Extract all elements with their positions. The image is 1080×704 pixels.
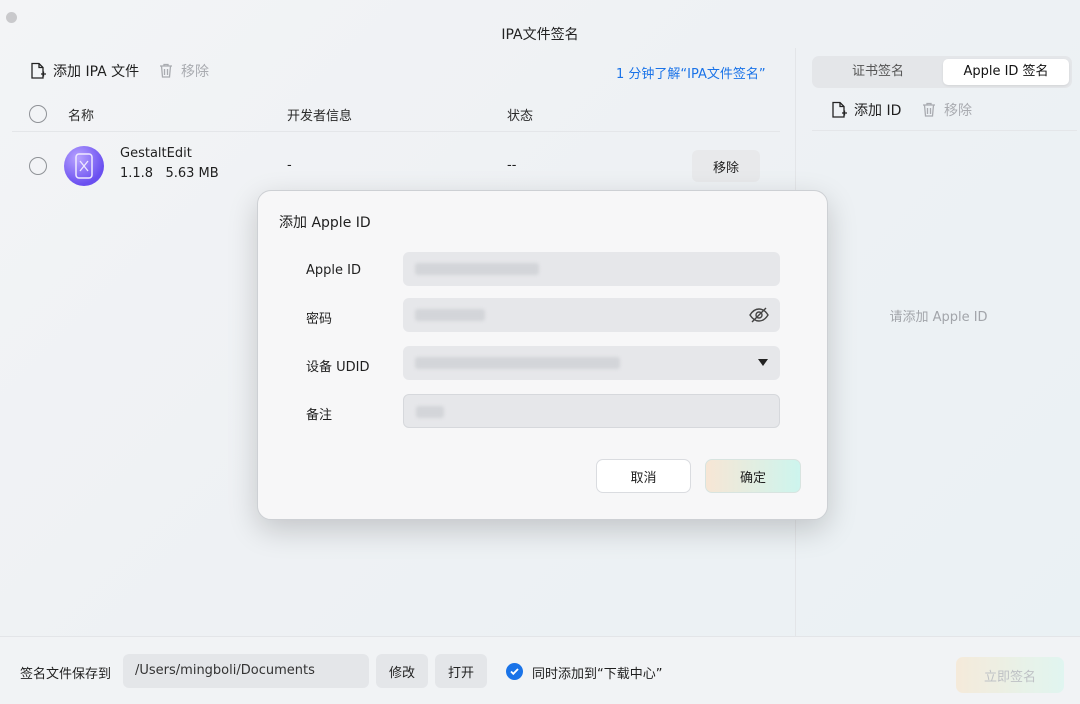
add-ipa-button[interactable]: 添加 IPA 文件 bbox=[29, 61, 139, 81]
tab-appleid-sign[interactable]: Apple ID 签名 bbox=[943, 59, 1069, 85]
window-close-dot[interactable] bbox=[6, 12, 17, 23]
note-label: 备注 bbox=[306, 408, 333, 423]
tab-cert-sign[interactable]: 证书签名 bbox=[815, 59, 941, 85]
open-folder-button[interactable]: 打开 bbox=[435, 654, 487, 688]
app-meta: 1.1.8 5.63 MB bbox=[120, 166, 219, 181]
row-remove-button[interactable]: 移除 bbox=[692, 150, 760, 182]
dialog-title: 添加 Apple ID bbox=[279, 215, 371, 231]
app-name: GestaltEdit bbox=[120, 146, 192, 161]
cancel-button[interactable]: 取消 bbox=[596, 459, 691, 493]
empty-appleid-hint: 请添加 Apple ID bbox=[889, 310, 988, 325]
note-input[interactable] bbox=[403, 394, 780, 428]
add-to-download-label: 同时添加到“下载中心” bbox=[532, 667, 663, 682]
password-input[interactable] bbox=[403, 298, 780, 332]
column-developer: 开发者信息 bbox=[287, 109, 353, 124]
save-path-field[interactable]: /Users/mingboli/Documents bbox=[123, 654, 369, 688]
add-id-label: 添加 ID bbox=[854, 103, 902, 119]
chevron-down-icon bbox=[758, 359, 768, 366]
udid-label: 设备 UDID bbox=[306, 360, 370, 375]
column-status: 状态 bbox=[507, 109, 534, 124]
redacted-text bbox=[415, 357, 620, 369]
confirm-button[interactable]: 确定 bbox=[705, 459, 801, 493]
row-status: -- bbox=[507, 158, 517, 173]
remove-label: 移除 bbox=[181, 64, 209, 80]
divider bbox=[812, 130, 1077, 131]
remove-label: 移除 bbox=[944, 103, 972, 119]
app-size: 5.63 MB bbox=[165, 166, 219, 181]
password-label: 密码 bbox=[306, 312, 333, 327]
add-id-button[interactable]: 添加 ID bbox=[830, 100, 901, 120]
row-developer: - bbox=[287, 158, 292, 173]
trash-icon bbox=[920, 101, 938, 119]
sign-now-button[interactable]: 立即签名 bbox=[956, 657, 1064, 693]
appleid-label: Apple ID bbox=[306, 263, 361, 278]
udid-select[interactable] bbox=[403, 346, 780, 380]
redacted-text bbox=[415, 309, 485, 321]
app-version: 1.1.8 bbox=[120, 166, 154, 181]
column-name: 名称 bbox=[68, 109, 95, 124]
window-title: IPA文件签名 bbox=[501, 27, 579, 43]
add-file-icon bbox=[29, 62, 47, 80]
redacted-text bbox=[416, 406, 444, 418]
right-panel: 证书签名 Apple ID 签名 添加 ID 移除 请添加 Apple ID bbox=[795, 48, 1080, 636]
table-header: 名称 开发者信息 状态 bbox=[12, 96, 780, 132]
add-to-download-checkbox[interactable] bbox=[506, 663, 523, 680]
appleid-input[interactable] bbox=[403, 252, 780, 286]
select-all-radio[interactable] bbox=[29, 105, 47, 123]
eye-off-icon[interactable] bbox=[748, 305, 770, 329]
row-select-radio[interactable] bbox=[29, 157, 47, 175]
sign-mode-tabs: 证书签名 Apple ID 签名 bbox=[812, 56, 1072, 88]
save-to-label: 签名文件保存到 bbox=[20, 667, 112, 682]
remove-id-button[interactable]: 移除 bbox=[920, 100, 972, 120]
add-ipa-label: 添加 IPA 文件 bbox=[53, 64, 140, 80]
add-appleid-dialog: 添加 Apple ID Apple ID 密码 设备 UDID 备注 取消 确定 bbox=[257, 190, 828, 520]
learn-ipa-sign-link[interactable]: 1 分钟了解“IPA文件签名” bbox=[616, 63, 766, 82]
add-file-icon bbox=[830, 101, 848, 119]
app-icon bbox=[64, 146, 104, 186]
checkmark-icon bbox=[510, 668, 519, 676]
bottom-bar: 签名文件保存到 /Users/mingboli/Documents 修改 打开 … bbox=[0, 636, 1080, 704]
table-row[interactable]: GestaltEdit 1.1.8 5.63 MB - -- 移除 bbox=[12, 140, 780, 190]
remove-ipa-button[interactable]: 移除 bbox=[157, 61, 209, 81]
redacted-text bbox=[415, 263, 539, 275]
trash-icon bbox=[157, 62, 175, 80]
modify-path-button[interactable]: 修改 bbox=[376, 654, 428, 688]
